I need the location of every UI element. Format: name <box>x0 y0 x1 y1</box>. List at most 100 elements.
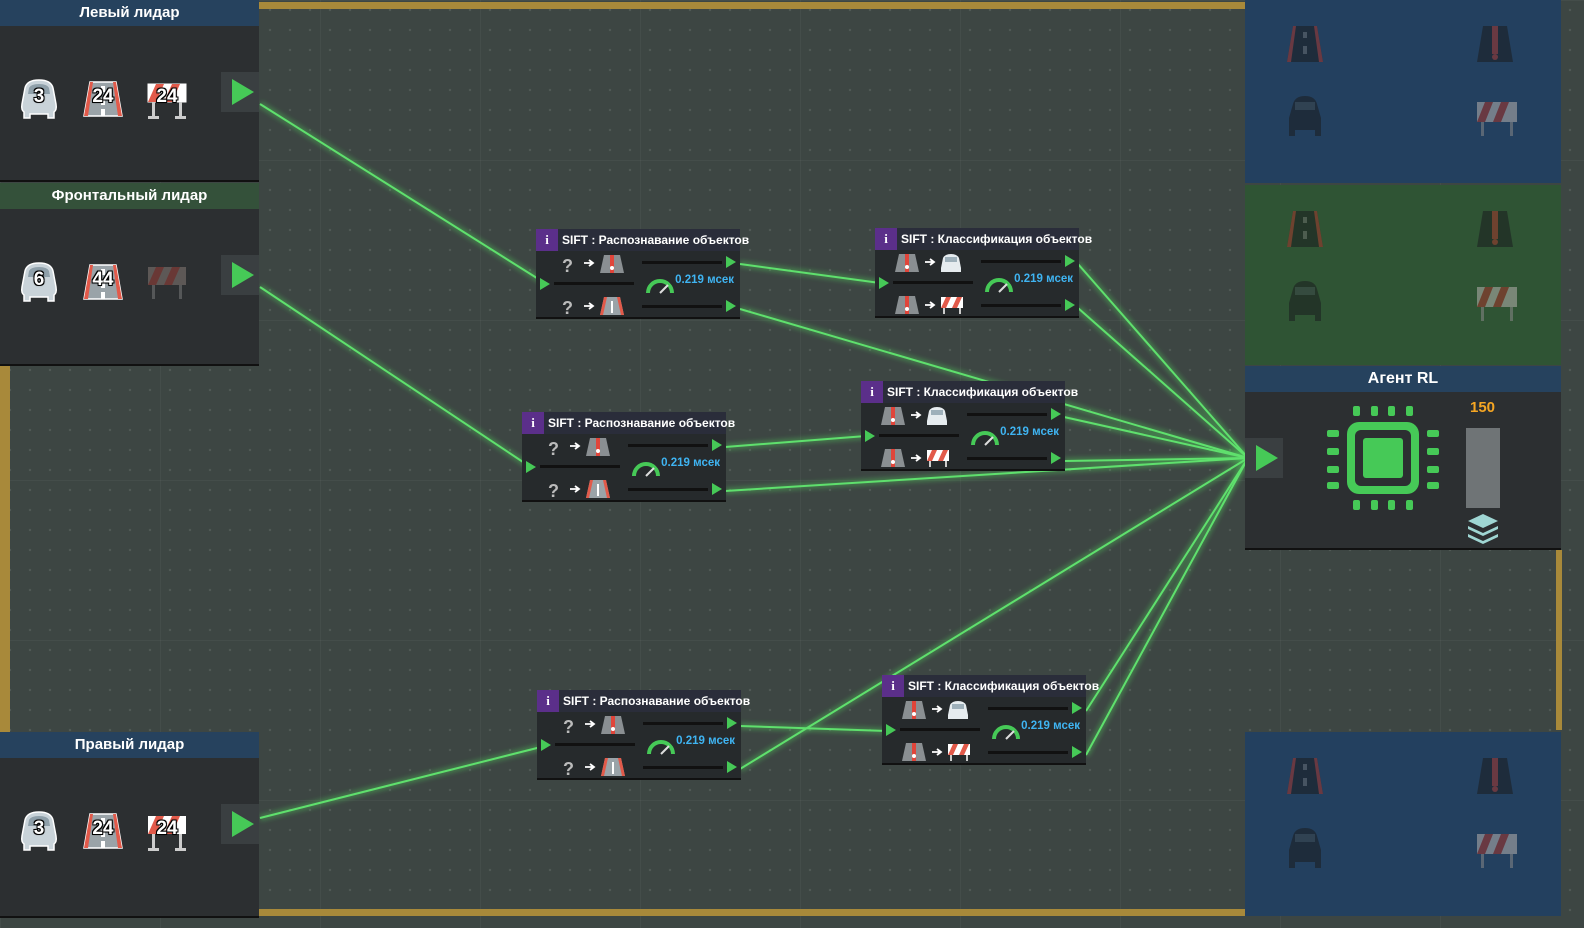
target-icons <box>1287 211 1517 321</box>
car-icon <box>1289 96 1321 136</box>
target-slot-bottom[interactable] <box>1245 732 1561 916</box>
road-icon: 44 <box>80 259 126 305</box>
info-icon[interactable]: i <box>861 381 883 403</box>
road-alert-icon <box>600 255 624 273</box>
play-icon <box>865 430 875 442</box>
bottom-rail <box>259 909 1245 916</box>
sensor-panel-left[interactable]: Левый лидар 3 24 24 <box>0 0 259 180</box>
arrow-icon <box>584 259 595 267</box>
layers-icon[interactable] <box>1466 512 1500 544</box>
question-icon: ? <box>548 439 559 459</box>
sift-classification-node-1[interactable]: i SIFT : Классификация объектов 0.219 мсе… <box>875 228 1092 316</box>
road-icon <box>600 297 624 315</box>
sensor-panel-front[interactable]: Фронтальный лидар 6 44 <box>0 183 259 364</box>
agent-counter: 150 <box>1470 399 1496 416</box>
node-title: SIFT : Классификация объектов <box>887 385 1079 399</box>
info-icon[interactable]: i <box>522 412 544 434</box>
barrier-icon <box>948 744 970 761</box>
road-alert-icon <box>586 438 610 456</box>
car-icon <box>927 407 947 425</box>
car-icon <box>1289 281 1321 321</box>
chip-icon <box>1327 406 1439 510</box>
arrow-icon <box>925 258 936 266</box>
road-alert-icon <box>895 254 919 272</box>
play-icon <box>541 739 551 751</box>
gauge-icon <box>985 278 1013 293</box>
play-icon <box>232 262 254 288</box>
sift-classification-node-3[interactable]: i SIFT : Классификация объектов 0.219 мсе… <box>882 675 1099 763</box>
barrier-count: 24 <box>156 86 178 107</box>
arrow-icon <box>570 442 581 450</box>
play-icon <box>1065 299 1075 311</box>
agent-input-port[interactable] <box>1245 438 1283 478</box>
car-icon <box>1289 828 1321 868</box>
question-icon: ? <box>563 717 574 737</box>
car-count: 3 <box>33 86 45 107</box>
agent-panel[interactable]: Агент RL 150 <box>1245 366 1561 548</box>
sift-recognition-node-3[interactable]: i SIFT : Распознавание объектов ? ? 0.219… <box>537 690 750 778</box>
road-icon <box>601 758 625 776</box>
arrow-icon <box>585 720 596 728</box>
road-icon: 24 <box>80 76 126 122</box>
agent-capacity-bar <box>1466 428 1500 508</box>
play-icon <box>727 717 737 729</box>
road-icon: 24 <box>80 808 126 854</box>
top-rail <box>259 2 1245 9</box>
play-icon <box>1065 255 1075 267</box>
target-slot-front[interactable] <box>1245 185 1561 365</box>
barrier-icon <box>144 259 190 305</box>
gauge-icon <box>971 431 999 446</box>
info-icon[interactable]: i <box>536 229 558 251</box>
sensor-output-port[interactable] <box>221 255 259 295</box>
left-rail <box>0 366 10 732</box>
gauge-icon <box>646 279 674 294</box>
road-count: 24 <box>92 86 114 107</box>
processing-speed: 0.219 мсек <box>1000 426 1059 438</box>
barrier-icon: 24 <box>144 808 190 854</box>
node-title: SIFT : Классификация объектов <box>901 232 1093 246</box>
processing-speed: 0.219 мсек <box>661 457 720 469</box>
road-alert-icon <box>895 296 919 314</box>
play-icon <box>1256 445 1278 471</box>
info-icon[interactable]: i <box>882 675 904 697</box>
arrow-icon <box>570 485 581 493</box>
question-icon: ? <box>563 759 574 778</box>
node-title: SIFT : Распознавание объектов <box>563 694 751 708</box>
info-icon[interactable]: i <box>537 690 559 712</box>
gauge-icon <box>647 740 675 755</box>
node-title: SIFT : Распознавание объектов <box>548 416 736 430</box>
question-icon: ? <box>562 298 573 317</box>
processing-speed: 0.219 мсек <box>1021 720 1080 732</box>
play-icon <box>1072 702 1082 714</box>
sensor-title: Правый лидар <box>0 732 259 758</box>
sift-recognition-node-1[interactable]: i SIFT : Распознавание объектов ? ? 0.219… <box>536 229 749 317</box>
road-alert-icon <box>881 449 905 467</box>
car-icon: 3 <box>16 808 62 854</box>
agent-capacity-fill <box>1466 428 1500 508</box>
barrier-count: 24 <box>156 818 178 839</box>
road-alert-icon <box>1477 758 1513 794</box>
play-icon <box>879 277 889 289</box>
play-icon <box>886 724 896 736</box>
sift-classification-node-2[interactable]: i SIFT : Классификация объектов 0.219 мсе… <box>861 381 1078 469</box>
question-icon: ? <box>562 256 573 276</box>
barrier-icon: 24 <box>144 76 190 122</box>
barrier-icon <box>1477 102 1517 136</box>
road-alert-icon <box>601 716 625 734</box>
play-icon <box>1051 452 1061 464</box>
sensor-panel-right[interactable]: Правый лидар 3 24 24 <box>0 732 259 916</box>
sensor-output-port[interactable] <box>221 804 259 844</box>
road-icon <box>1287 758 1323 794</box>
sensor-output-port[interactable] <box>221 72 259 112</box>
arrow-icon <box>585 763 596 771</box>
sensor-title: Фронтальный лидар <box>0 183 259 209</box>
sift-recognition-node-2[interactable]: i SIFT : Распознавание объектов ? ? 0.219… <box>522 412 735 500</box>
play-icon <box>232 811 254 837</box>
info-icon[interactable]: i <box>875 228 897 250</box>
car-count: 3 <box>33 818 45 839</box>
play-icon <box>712 439 722 451</box>
road-count: 44 <box>92 269 114 290</box>
processing-speed: 0.219 мсек <box>1014 273 1073 285</box>
target-slot-top[interactable] <box>1245 0 1561 183</box>
car-count: 6 <box>33 269 45 290</box>
